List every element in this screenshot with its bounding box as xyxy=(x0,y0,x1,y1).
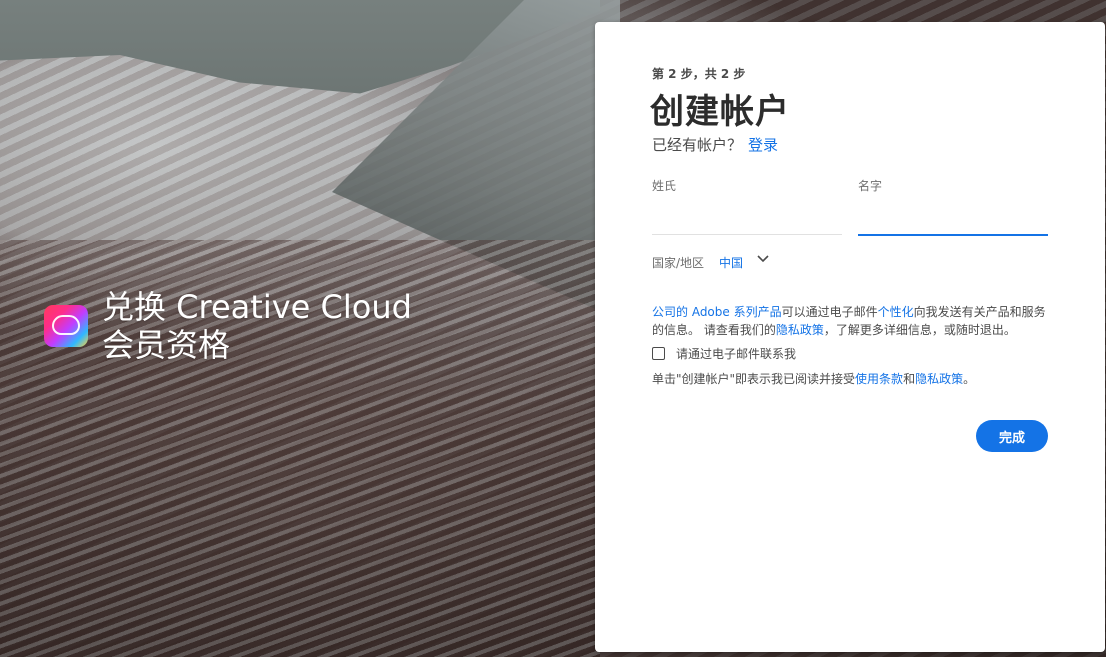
login-link[interactable]: 登录 xyxy=(748,136,778,154)
personalize-link[interactable]: 个性化 xyxy=(878,305,914,319)
country-value: 中国 xyxy=(719,256,744,270)
have-account-text: 已经有帐户？ xyxy=(652,136,743,154)
last-name-input[interactable] xyxy=(652,208,842,235)
email-contact-checkbox-row: 请通过电子邮件联系我 xyxy=(652,345,796,362)
email-contact-checkbox[interactable] xyxy=(652,347,665,360)
first-name-label: 名字 xyxy=(858,179,883,193)
terms-text-part: 。 xyxy=(963,372,976,386)
first-name-field: 名字 xyxy=(858,177,1048,236)
terms-of-use-link[interactable]: 使用条款 xyxy=(855,372,903,386)
have-account-row: 已经有帐户？ 登录 xyxy=(652,134,778,155)
hero-section: 兑换 Creative Cloud 会员资格 xyxy=(44,288,452,364)
first-name-input[interactable] xyxy=(858,208,1048,236)
creative-cloud-logo-icon xyxy=(44,305,88,347)
terms-text-part: 和 xyxy=(903,372,916,386)
consent-text-part: ，了解更多详细信息，或随时退出。 xyxy=(823,323,1016,337)
terms-text: 单击"创建帐户"即表示我已阅读并接受使用条款和隐私政策。 xyxy=(652,370,975,387)
last-name-label: 姓氏 xyxy=(652,179,677,193)
page-title: 创建帐户 xyxy=(650,92,790,132)
country-dropdown[interactable]: 中国 xyxy=(719,254,769,271)
page: 兑换 Creative Cloud 会员资格 第 2 步，共 2 步 创建帐户 … xyxy=(0,0,1106,657)
chevron-down-icon[interactable] xyxy=(757,255,769,265)
consent-text: 公司的 Adobe 系列产品可以通过电子邮件个性化向我发送有关产品和服务的信息。… xyxy=(652,303,1052,339)
last-name-field: 姓氏 xyxy=(652,177,842,235)
email-contact-checkbox-label[interactable]: 请通过电子邮件联系我 xyxy=(676,345,796,362)
hero-title: 兑换 Creative Cloud 会员资格 xyxy=(102,288,412,364)
consent-text-part: 可以通过电子邮件 xyxy=(781,305,878,319)
privacy-policy-link[interactable]: 隐私政策 xyxy=(776,323,824,337)
terms-text-part: 单击"创建帐户"即表示我已阅读并接受 xyxy=(652,372,856,386)
done-button[interactable]: 完成 xyxy=(976,420,1048,452)
terms-privacy-policy-link[interactable]: 隐私政策 xyxy=(915,372,963,386)
adobe-family-link[interactable]: 公司的 Adobe 系列产品 xyxy=(652,305,782,319)
signup-form-card: 第 2 步，共 2 步 创建帐户 已经有帐户？ 登录 姓氏 名字 国家/地区 中国… xyxy=(595,22,1105,652)
step-indicator: 第 2 步，共 2 步 xyxy=(652,67,746,81)
country-selector: 国家/地区 中国 xyxy=(652,254,769,271)
country-label: 国家/地区 xyxy=(652,256,705,270)
